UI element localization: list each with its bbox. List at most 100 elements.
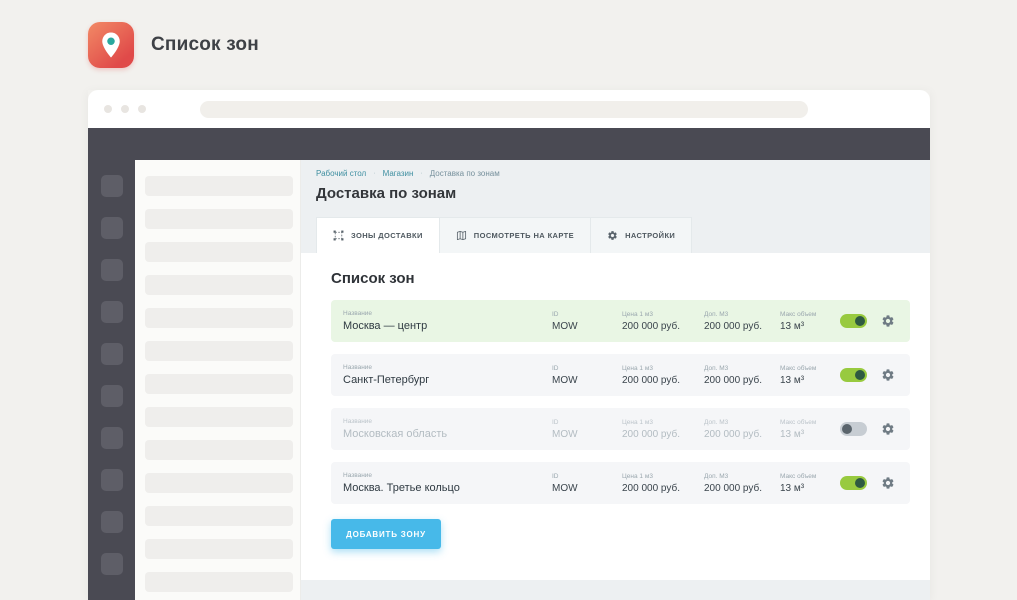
gear-icon [881,422,895,436]
breadcrumb-item[interactable]: Рабочий стол [316,169,366,178]
column-label-extra: Доп. М3 [704,311,780,318]
sidebar-menu-placeholder [145,539,293,559]
zone-extra: 200 000 руб. [704,321,780,332]
sidebar-icon-placeholder [101,175,123,197]
zone-row-actions [840,313,896,329]
zone-volume: 13 м³ [780,375,840,386]
panel-heading: Список зон [301,253,930,287]
page-title: Доставка по зонам [316,185,930,202]
app-title: Список зон [151,34,259,56]
tab-settings[interactable]: НАСТРОЙКИ [591,217,692,253]
tab-view-on-map[interactable]: ПОСМОТРЕТЬ НА КАРТЕ [440,217,591,253]
breadcrumb-item[interactable]: Магазин [383,169,414,178]
zone-price-column: Цена 1 м3 200 000 руб. [622,311,704,332]
column-label-extra: Доп. М3 [704,473,780,480]
app-logo [88,22,134,68]
breadcrumb-separator: · [373,170,375,177]
zone-price: 200 000 руб. [622,321,704,332]
toggle-knob [855,316,865,326]
zone-name: Москва. Третье кольцо [343,482,552,494]
zone-enabled-toggle[interactable] [840,368,867,382]
window-dot [121,105,129,113]
tab-label: ЗОНЫ ДОСТАВКИ [351,231,423,240]
browser-address-bar[interactable] [200,101,808,118]
zone-id: MOW [552,429,622,440]
zone-price: 200 000 руб. [622,483,704,494]
zone-settings-button[interactable] [880,367,896,383]
sidebar-menu-placeholder [145,176,293,196]
column-label-price: Цена 1 м3 [622,473,704,480]
column-label-name: Название [343,364,552,371]
zone-enabled-toggle[interactable] [840,422,867,436]
zone-name: Москва — центр [343,320,552,332]
main-content: Рабочий стол·Магазин·Доставка по зонам Д… [301,160,930,600]
sidebar-icon-placeholder [101,511,123,533]
zone-row: Название Москва. Третье кольцо ID MOW Це… [331,462,910,504]
sidebar-icon-placeholder [101,385,123,407]
column-label-name: Название [343,310,552,317]
column-label-volume: Макс объем [780,311,840,318]
tab-label: ПОСМОТРЕТЬ НА КАРТЕ [474,231,574,240]
admin-topbar [88,128,930,160]
toggle-knob [855,370,865,380]
zone-extra: 200 000 руб. [704,483,780,494]
zone-id: MOW [552,321,622,332]
sidebar-menu-placeholder [145,374,293,394]
zone-extra-column: Доп. М3 200 000 руб. [704,365,780,386]
tab-label: НАСТРОЙКИ [625,231,675,240]
zone-row-actions [840,367,896,383]
zones-panel: Список зон Название Москва — центр ID MO… [301,253,930,580]
column-label-extra: Доп. М3 [704,365,780,372]
zone-extra: 200 000 руб. [704,429,780,440]
window-dot [104,105,112,113]
toggle-knob [855,478,865,488]
zone-row-actions [840,421,896,437]
zone-price-column: Цена 1 м3 200 000 руб. [622,419,704,440]
column-label-price: Цена 1 м3 [622,419,704,426]
breadcrumb: Рабочий стол·Магазин·Доставка по зонам [301,160,930,178]
zone-settings-button[interactable] [880,421,896,437]
zone-settings-button[interactable] [880,313,896,329]
column-label-id: ID [552,311,622,318]
column-label-volume: Макс объем [780,419,840,426]
zone-list: Название Москва — центр ID MOW Цена 1 м3… [331,300,910,504]
sidebar-menu-placeholder [145,440,293,460]
sidebar-menu-placeholder [145,242,293,262]
sidebar-menu-placeholder [145,506,293,526]
browser-chrome [88,90,930,128]
zone-extra-column: Доп. М3 200 000 руб. [704,311,780,332]
gear-icon [881,368,895,382]
zone-volume-column: Макс объем 13 м³ [780,365,840,386]
sidebar-icon-placeholder [101,259,123,281]
zone-id-column: ID MOW [552,419,622,440]
zone-extra: 200 000 руб. [704,375,780,386]
zone-name-column: Название Санкт-Петербург [343,364,552,386]
sidebar-icon-placeholder [101,469,123,491]
gear-icon [607,230,618,241]
column-label-id: ID [552,473,622,480]
menu-sidebar [135,160,301,600]
window-body: Рабочий стол·Магазин·Доставка по зонам Д… [88,160,930,600]
tab-delivery-zones[interactable]: ЗОНЫ ДОСТАВКИ [316,217,440,253]
column-label-name: Название [343,472,552,479]
zone-name-column: Название Московская область [343,418,552,440]
zone-volume: 13 м³ [780,429,840,440]
breadcrumb-item[interactable]: Доставка по зонам [430,169,500,178]
map-icon [456,230,467,241]
gear-icon [881,476,895,490]
column-label-id: ID [552,365,622,372]
zone-enabled-toggle[interactable] [840,314,867,328]
page: Список зон Рабочий стол·Магазин·Доставка… [0,0,1017,600]
sidebar-menu-placeholder [145,341,293,361]
column-label-id: ID [552,419,622,426]
zone-id: MOW [552,483,622,494]
column-label-name: Название [343,418,552,425]
zone-enabled-toggle[interactable] [840,476,867,490]
gear-icon [881,314,895,328]
zone-volume-column: Макс объем 13 м³ [780,473,840,494]
zone-id-column: ID MOW [552,365,622,386]
zone-volume: 13 м³ [780,321,840,332]
browser-window: Рабочий стол·Магазин·Доставка по зонам Д… [88,90,930,600]
add-zone-button[interactable]: ДОБАВИТЬ ЗОНУ [331,519,441,549]
zone-settings-button[interactable] [880,475,896,491]
